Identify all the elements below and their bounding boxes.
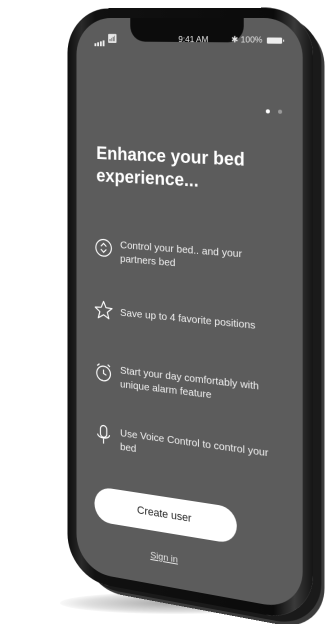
page-indicator — [261, 100, 283, 119]
page-title: Enhance your bed experience... — [96, 143, 245, 191]
phone-body: 📶︎ 9:41 AM ✱ 100% Enhance your bed exper… — [67, 7, 314, 624]
battery-percent: 100% — [240, 34, 263, 45]
microphone-icon — [93, 422, 115, 448]
battery-icon — [266, 37, 283, 44]
feature-list: Control your bed.. and your partners bed… — [93, 235, 285, 513]
phone-mockup: 📶︎ 9:41 AM ✱ 100% Enhance your bed exper… — [0, 0, 331, 624]
control-chevrons-icon — [93, 235, 115, 260]
page-dot-active[interactable] — [265, 109, 270, 114]
sign-in-link[interactable]: Sign in — [76, 537, 256, 579]
bluetooth-icon: ✱ — [231, 34, 239, 45]
status-right: ✱ 100% — [231, 34, 283, 46]
star-icon — [93, 297, 115, 322]
app-screen: 📶︎ 9:41 AM ✱ 100% Enhance your bed exper… — [76, 17, 303, 612]
alarm-clock-icon — [93, 360, 115, 386]
feature-text: Control your bed.. and your partners bed — [120, 239, 243, 270]
wifi-icon: 📶︎ — [107, 33, 118, 44]
status-bar: 📶︎ 9:41 AM ✱ 100% — [94, 33, 283, 49]
status-time: 9:41 AM — [178, 33, 209, 45]
signal-icon — [94, 36, 105, 47]
page-dot-inactive[interactable] — [278, 109, 283, 114]
